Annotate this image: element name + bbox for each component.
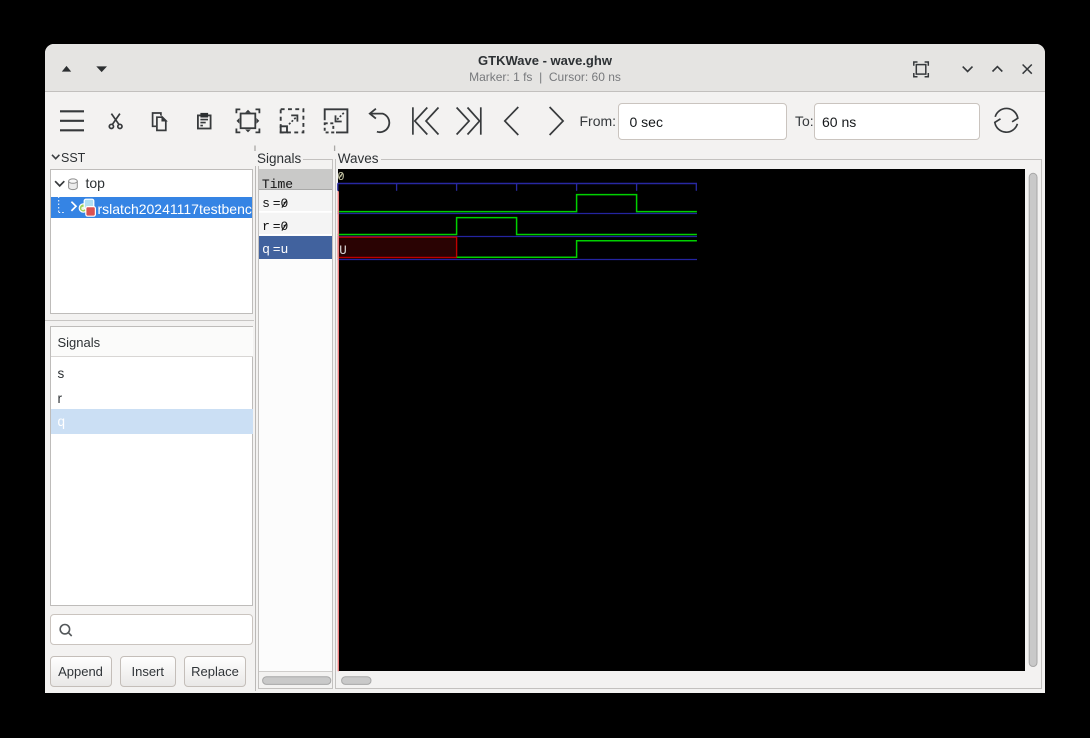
svg-text:U: U [339,244,347,258]
